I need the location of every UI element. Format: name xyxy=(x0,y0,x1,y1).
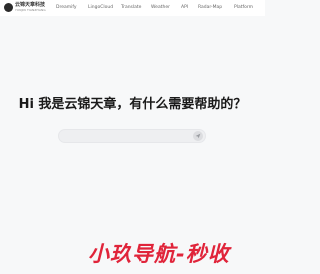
logo-subtitle: YUNJIN TIANZHANG xyxy=(15,8,46,12)
nav-item-lingocloud[interactable]: LingoCloud xyxy=(88,0,113,16)
send-icon xyxy=(195,133,201,139)
logo-mark-icon xyxy=(4,3,13,12)
watermark-text: 小玖导航-秒收 xyxy=(88,242,230,266)
chat-input[interactable] xyxy=(65,131,185,141)
nav-item-weather[interactable]: Weather xyxy=(151,0,170,16)
chat-search-box xyxy=(58,129,206,143)
nav-item-platform[interactable]: Platform xyxy=(234,0,253,16)
top-nav-bar: 云锦天章科技 YUNJIN TIANZHANG Dreamify LingoCl… xyxy=(0,0,265,16)
send-button[interactable] xyxy=(193,131,203,141)
nav-item-translate[interactable]: Translate xyxy=(121,0,141,16)
hero-title: Hi 我是云锦天章，有什么需要帮助的？ xyxy=(18,97,247,112)
nav-item-dreamify[interactable]: Dreamify xyxy=(56,0,77,16)
logo[interactable]: 云锦天章科技 YUNJIN TIANZHANG xyxy=(4,2,46,13)
nav-item-api[interactable]: API xyxy=(181,0,188,16)
nav-item-radar-map[interactable]: Radar-Map xyxy=(198,0,222,16)
